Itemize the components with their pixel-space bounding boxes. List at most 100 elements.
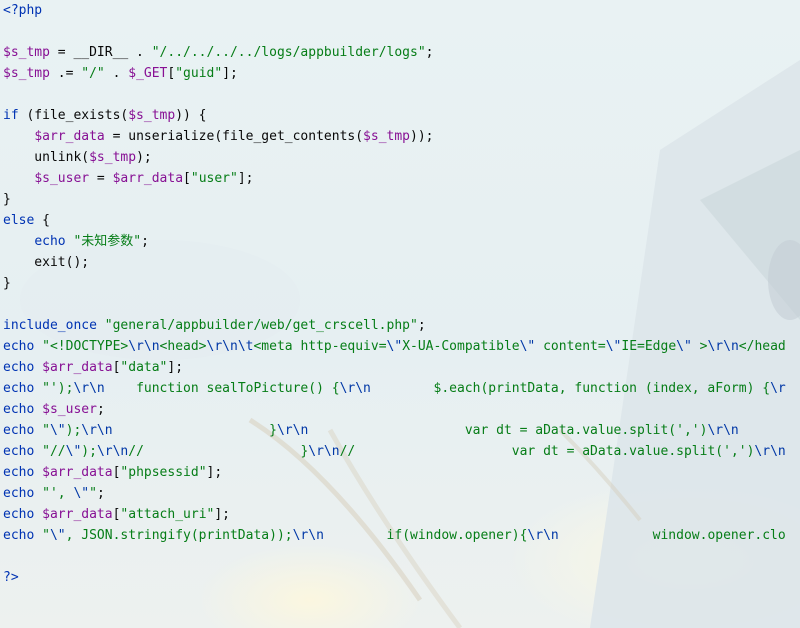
code-line: echo "\", JSON.stringify(printData));\r\… <box>3 525 786 546</box>
code-token: echo <box>3 486 35 501</box>
code-token: // <box>128 444 144 459</box>
code-token: \r\n <box>707 339 739 354</box>
code-token: exit(); <box>3 255 90 270</box>
code-token: = <box>89 171 113 186</box>
code-token: \" <box>676 339 692 354</box>
code-token: ]; <box>237 171 254 186</box>
code-token: \r\n <box>73 381 105 396</box>
code-token: .= <box>49 66 82 81</box>
code-token: \" <box>73 486 90 501</box>
code-line: <?php <box>3 0 786 21</box>
code-token: "/../../../../logs/appbuilder/logs" <box>151 45 426 60</box>
code-line: echo "<!DOCTYPE>\r\n<head>\r\n\t<meta ht… <box>3 336 786 357</box>
code-token: " <box>42 423 50 438</box>
code-token: $arr_data <box>34 129 105 144</box>
code-line: else { <box>3 210 786 231</box>
code-token: $arr_data <box>112 171 184 186</box>
code-token: \r\n <box>81 423 113 438</box>
code-token: } <box>3 192 11 207</box>
code-token: echo <box>3 402 35 417</box>
code-token: "/" <box>81 66 105 81</box>
code-token: } <box>143 444 309 459</box>
code-token: ); <box>81 444 97 459</box>
code-token: X-UA-Compatible <box>402 339 520 354</box>
code-token: IE=Edge <box>621 339 677 354</box>
code-token: \r\n <box>128 339 160 354</box>
code-token: $arr_data <box>42 507 113 522</box>
code-token: \r\n <box>707 423 739 438</box>
code-line: $s_tmp = __DIR__ . "/../../../../logs/ap… <box>3 42 786 63</box>
code-token: window.opener.clo <box>558 528 786 543</box>
code-text[interactable]: <?php $s_tmp = __DIR__ . "/../../../../l… <box>3 0 786 588</box>
code-token: "phpsessid" <box>120 465 207 480</box>
code-token: $s_tmp <box>3 66 50 81</box>
code-token: ; <box>96 486 105 501</box>
code-token: \r\n <box>292 528 324 543</box>
code-token: \r <box>770 381 786 396</box>
code-token: "// <box>42 444 66 459</box>
code-token: )); <box>410 129 434 144</box>
code-token: \r\n <box>339 381 371 396</box>
code-token: $s_user <box>42 402 97 417</box>
code-line: echo $arr_data["attach_uri"]; <box>3 504 786 525</box>
code-token: )) { <box>175 108 207 123</box>
code-token: > <box>691 339 708 354</box>
code-token: echo <box>3 381 35 396</box>
code-token: "general/appbuilder/web/get_crscell.php" <box>104 318 418 333</box>
code-token: "', <box>42 486 74 501</box>
code-token: \r\n <box>754 444 786 459</box>
code-token: ; <box>417 318 426 333</box>
code-token: \r\n\t <box>206 339 254 354</box>
code-line: echo "', \""; <box>3 483 786 504</box>
code-token: "guid" <box>175 66 223 81</box>
code-token: echo <box>3 339 35 354</box>
code-token: " <box>89 486 97 501</box>
code-token: $arr_data <box>42 465 113 480</box>
code-token: echo <box>3 465 35 480</box>
code-token: $s_tmp <box>363 129 411 144</box>
code-token: echo <box>3 423 35 438</box>
code-line: unlink($s_tmp); <box>3 147 786 168</box>
code-line: } <box>3 273 786 294</box>
code-line: echo "未知参数"; <box>3 231 786 252</box>
code-token: echo <box>3 444 35 459</box>
code-token: "未知参数" <box>73 234 142 249</box>
code-line: echo $arr_data["data"]; <box>3 357 786 378</box>
code-token: ]; <box>214 507 230 522</box>
code-token: echo <box>3 528 35 543</box>
code-line: $s_user = $arr_data["user"]; <box>3 168 786 189</box>
code-token: echo <box>3 507 35 522</box>
code-line: echo $s_user; <box>3 399 786 420</box>
code-token: , JSON.stringify(printData)); <box>65 528 293 543</box>
code-token: \" <box>386 339 403 354</box>
code-editor[interactable]: <?php $s_tmp = __DIR__ . "/../../../../l… <box>0 0 800 628</box>
code-token: echo <box>34 234 66 249</box>
code-token: ); <box>136 150 152 165</box>
code-token: content= <box>535 339 606 354</box>
code-token: $.each(printData, function (index, aForm… <box>370 381 771 396</box>
code-token: ; <box>141 234 149 249</box>
code-line: echo "\");\r\n }\r\n var dt = aData.valu… <box>3 420 786 441</box>
code-token: \" <box>49 528 66 543</box>
code-token: ; <box>425 45 434 60</box>
code-token: \" <box>65 444 82 459</box>
code-token: unlink( <box>3 150 90 165</box>
code-line: } <box>3 189 786 210</box>
code-token: \" <box>49 423 66 438</box>
code-line: if (file_exists($s_tmp)) { <box>3 105 786 126</box>
code-token: "<!DOCTYPE> <box>42 339 129 354</box>
code-token: } <box>3 276 11 291</box>
code-token: \" <box>605 339 622 354</box>
